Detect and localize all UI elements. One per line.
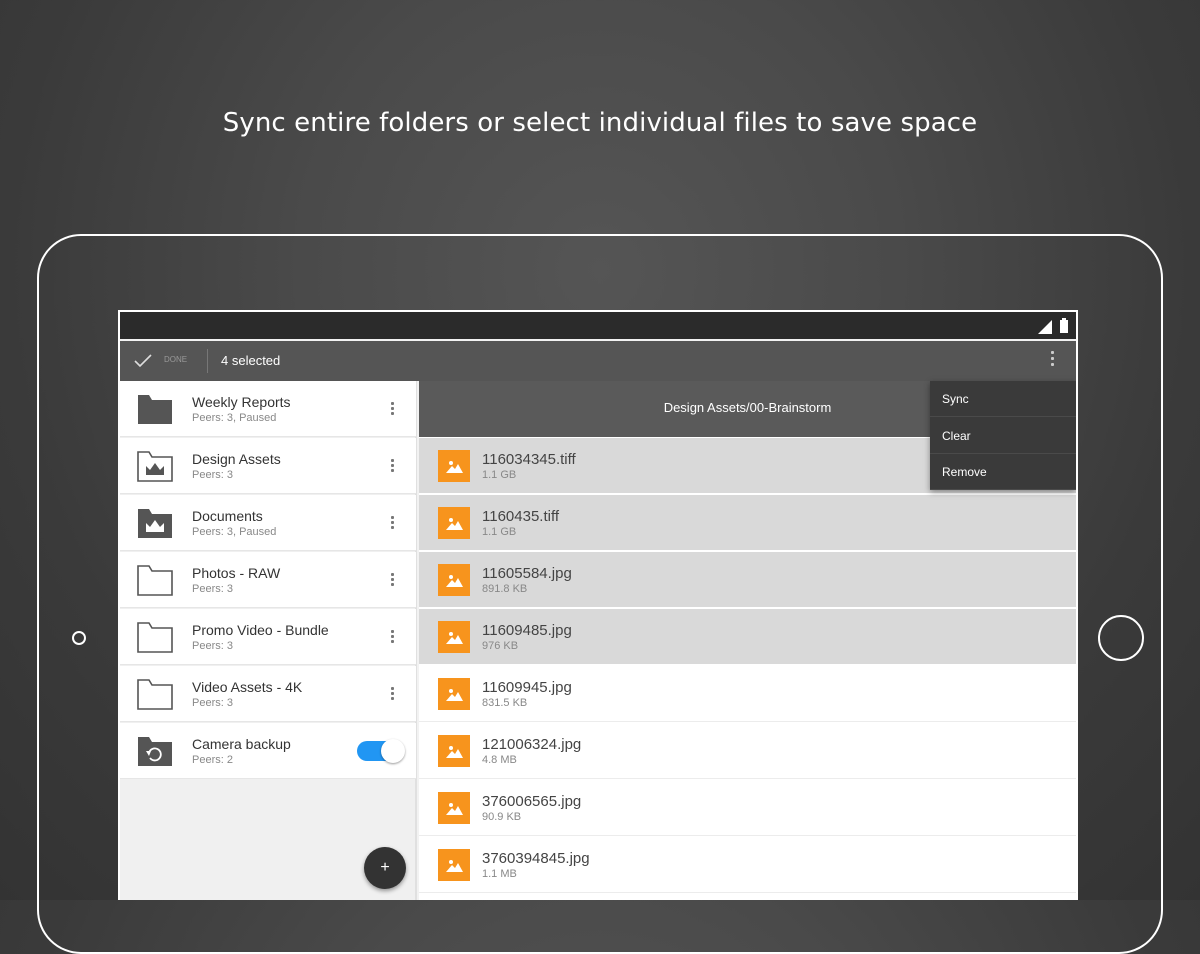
- folder-name: Camera backup: [192, 736, 291, 752]
- more-vert-icon[interactable]: [391, 573, 395, 589]
- file-name: 11605584.jpg: [482, 565, 572, 582]
- divider: [207, 349, 208, 373]
- file-name: 121006324.jpg: [482, 736, 582, 753]
- more-vert-icon[interactable]: [391, 402, 395, 418]
- file-name: 116034345.tiff: [482, 451, 576, 468]
- menu-item-sync[interactable]: Sync: [930, 381, 1076, 417]
- image-file-icon: [438, 849, 470, 881]
- file-name: 1160435.tiff: [482, 508, 560, 525]
- more-vert-icon[interactable]: [391, 459, 395, 475]
- folder-peers: Peers: 3: [192, 697, 233, 709]
- action-bar: DONE 4 selected: [120, 341, 1076, 381]
- folder-row[interactable]: Promo Video - Bundle Peers: 3: [120, 609, 416, 665]
- image-file-icon: [438, 507, 470, 539]
- more-vert-icon[interactable]: [1050, 351, 1056, 371]
- file-row[interactable]: 11609485.jpg 976 KB: [419, 609, 1076, 665]
- folder-crown-filled-icon: [137, 506, 173, 540]
- folder-name: Design Assets: [192, 451, 281, 467]
- signal-icon: [1038, 320, 1052, 334]
- file-name: 11609945.jpg: [482, 679, 572, 696]
- app-screen: DONE 4 selected Camera backup Peers: 2 Vid…: [118, 310, 1078, 900]
- folder-name: Photos - RAW: [192, 565, 281, 581]
- home-button: [1098, 615, 1144, 661]
- menu-item-label: Clear: [942, 428, 971, 443]
- folder-outline-icon: [137, 620, 173, 654]
- file-row[interactable]: 3760394845.jpg 1.1 MB: [419, 837, 1076, 893]
- folder-name: Video Assets - 4K: [192, 679, 303, 695]
- folder-row[interactable]: Camera backup Peers: 2: [120, 723, 416, 779]
- folder-outline-icon: [137, 677, 173, 711]
- folder-row[interactable]: Weekly Reports Peers: 3, Paused: [120, 381, 416, 437]
- file-row[interactable]: 1160435.tiff 1.1 GB: [419, 495, 1076, 551]
- folder-peers: Peers: 3: [192, 583, 233, 595]
- folder-name: Promo Video - Bundle: [192, 622, 329, 638]
- more-vert-icon[interactable]: [391, 687, 395, 703]
- file-size: 831.5 KB: [482, 697, 528, 709]
- camera-backup-toggle[interactable]: [357, 739, 405, 763]
- selection-count: 4 selected: [221, 353, 281, 368]
- image-file-icon: [438, 564, 470, 596]
- image-file-icon: [438, 621, 470, 653]
- file-row[interactable]: 11609945.jpg 831.5 KB: [419, 666, 1076, 722]
- menu-item-label: Remove: [942, 465, 987, 479]
- file-name: 11609485.jpg: [482, 622, 572, 639]
- camera-backup-folder-icon: [137, 734, 173, 768]
- folder-outline-icon: [137, 563, 173, 597]
- file-size: 1.1 GB: [482, 526, 517, 538]
- file-row[interactable]: 121006324.jpg 4.8 MB: [419, 723, 1076, 779]
- folder-name: Documents: [192, 508, 263, 524]
- file-name: 376006565.jpg: [482, 793, 582, 810]
- more-vert-icon[interactable]: [391, 630, 395, 646]
- file-size: 1.1 GB: [482, 469, 517, 481]
- file-size: 4.8 MB: [482, 754, 517, 766]
- folder-row[interactable]: Photos - RAW Peers: 3: [120, 552, 416, 608]
- check-icon[interactable]: [134, 352, 152, 370]
- menu-item-remove[interactable]: Remove: [930, 454, 1076, 490]
- file-size: 1.1 MB: [482, 868, 517, 880]
- folder-row[interactable]: Design Assets Peers: 3: [120, 438, 416, 494]
- folder-peers: Peers: 3, Paused: [192, 526, 277, 538]
- file-name: 3760394845.jpg: [482, 850, 590, 867]
- folder-peers: Peers: 3: [192, 640, 233, 652]
- folder-peers: Peers: 3: [192, 469, 233, 481]
- file-size: 90.9 KB: [482, 811, 522, 823]
- file-size: 891.8 KB: [482, 583, 528, 595]
- folder-peers: Peers: 3, Paused: [192, 412, 277, 424]
- file-size: 976 KB: [482, 640, 519, 652]
- done-button[interactable]: DONE: [164, 355, 187, 364]
- add-folder-button[interactable]: +: [364, 847, 406, 889]
- context-menu: Sync Clear Remove: [930, 381, 1076, 490]
- folder-row[interactable]: Video Assets - 4K Peers: 3: [120, 666, 416, 722]
- more-vert-icon[interactable]: [391, 516, 395, 532]
- image-file-icon: [438, 678, 470, 710]
- folder-crown-outline-icon: [137, 449, 173, 483]
- status-bar: [120, 312, 1076, 339]
- image-file-icon: [438, 450, 470, 482]
- file-row[interactable]: 11605584.jpg 891.8 KB: [419, 552, 1076, 608]
- folder-row[interactable]: Documents Peers: 3, Paused: [120, 495, 416, 551]
- image-file-icon: [438, 735, 470, 767]
- menu-item-label: Sync: [942, 392, 969, 406]
- folder-list: Camera backup Peers: 2 Video Assets - 4K Pe…: [120, 381, 417, 900]
- folder-name: Weekly Reports: [192, 394, 291, 410]
- image-file-icon: [438, 792, 470, 824]
- file-row[interactable]: 376006565.jpg 90.9 KB: [419, 780, 1076, 836]
- camera-dot: [72, 631, 86, 645]
- folder-peers: Peers: 2: [192, 754, 233, 766]
- menu-item-clear[interactable]: Clear: [930, 418, 1076, 454]
- folder-filled-icon: [137, 392, 173, 426]
- headline: Sync entire folders or select individual…: [222, 108, 978, 138]
- battery-icon: [1060, 318, 1068, 333]
